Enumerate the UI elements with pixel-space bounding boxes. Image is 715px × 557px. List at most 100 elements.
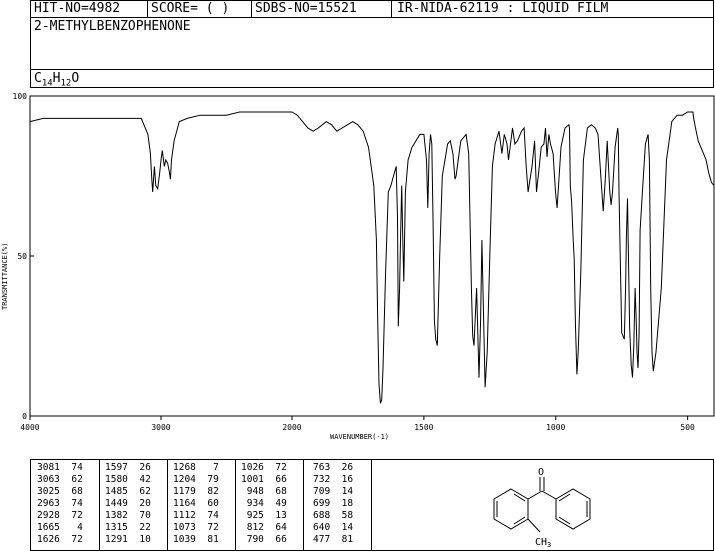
peak-row: 1204 79: [173, 474, 219, 486]
oxygen-label: O: [538, 467, 544, 478]
peak-intensity: 62: [139, 486, 151, 497]
peak-row: 1315 22: [105, 522, 151, 534]
table-divider: [99, 460, 100, 550]
peak-wavenumber: 790: [246, 534, 264, 545]
table-divider: [303, 460, 304, 550]
peak-column: 1597 26 1580 42 1485 62 1449 20 1382 70 …: [105, 462, 151, 548]
peak-wavenumber: 709: [313, 486, 331, 497]
phenyl-ring: [555, 488, 591, 530]
molecule-structure: O CH3: [493, 467, 591, 549]
peak-row: 2928 72: [37, 510, 83, 522]
peak-row: 3063 62: [37, 474, 83, 486]
peak-row: 3081 74: [37, 462, 83, 474]
ring-carbonyl-bond: [527, 490, 543, 500]
peak-wavenumber: 1485: [105, 486, 128, 497]
peak-intensity: 70: [139, 510, 151, 521]
y-tick-label: 100: [13, 92, 28, 101]
peak-wavenumber: 1626: [37, 534, 60, 545]
ring-double-bond: [558, 516, 571, 525]
peak-intensity: 13: [275, 510, 287, 521]
peak-row: 732 16: [313, 474, 353, 486]
peak-intensity: 72: [71, 510, 83, 521]
peak-row: 1001 66: [241, 474, 287, 486]
peak-intensity: 72: [207, 522, 219, 533]
spectrum-header: HIT-NO=4982 SCORE= ( ) SDBS-NO=15521 IR-…: [30, 0, 714, 89]
peak-wavenumber: 732: [313, 474, 331, 485]
peak-wavenumber: 1039: [173, 534, 196, 545]
peak-wavenumber: 1164: [173, 498, 196, 509]
peak-row: 1485 62: [105, 486, 151, 498]
peak-row: 1164 60: [173, 498, 219, 510]
peak-intensity: 26: [139, 462, 151, 473]
peak-intensity: 42: [139, 474, 151, 485]
x-tick-label: 4000: [20, 423, 39, 432]
transmittance-line: [29, 111, 715, 404]
ring-double-bond: [513, 493, 526, 502]
peak-intensity: 14: [341, 486, 354, 497]
formula-element: H: [52, 71, 61, 86]
peak-column: 1268 7 1204 79 1179 82 1164 60 1112 74 1…: [173, 462, 219, 548]
peak-wavenumber: 2963: [37, 498, 60, 509]
peak-wavenumber: 1580: [105, 474, 128, 485]
peak-intensity: 58: [341, 510, 354, 521]
x-axis: 4000 3000 2000 1500 1000 500: [20, 416, 695, 432]
formula-box: C14H12O: [30, 69, 714, 89]
peak-intensity: 66: [275, 474, 287, 485]
peak-row: 763 26: [313, 462, 353, 474]
peak-wavenumber: 1315: [105, 522, 128, 533]
peak-row: 1597 26: [105, 462, 151, 474]
peak-column: 3081 74 3063 62 3025 68 2963 74 2928 72 …: [37, 462, 83, 548]
peak-wavenumber: 1597: [105, 462, 128, 473]
compound-name: 2-METHYLBENZOPHENONE: [34, 19, 191, 34]
peak-intensity: 66: [275, 534, 287, 545]
x-tick-label: 1500: [414, 423, 433, 432]
peak-row: 790 66: [241, 534, 287, 546]
formula-count: 12: [60, 78, 72, 89]
x-tick-label: 2000: [282, 423, 301, 432]
x-tick-label: 3000: [151, 423, 170, 432]
methyl-bond: [527, 518, 541, 533]
peak-wavenumber: 934: [246, 498, 264, 509]
carbonyl-ring-bond: [541, 490, 557, 500]
peak-wavenumber: 1112: [173, 510, 196, 521]
ir-spectrum-chart: 0 50 100 4000 3000 2000 1500 1000 500 WAVENUMBE…: [1, 92, 715, 441]
peak-row: 1179 82: [173, 486, 219, 498]
peak-intensity: 7: [213, 462, 219, 473]
methyl-subscript: 3: [547, 541, 551, 549]
peak-row: 3025 68: [37, 486, 83, 498]
structure-box: O CH3: [372, 459, 714, 551]
peak-wavenumber: 925: [246, 510, 264, 521]
peak-row: 1580 42: [105, 474, 151, 486]
peak-intensity: 14: [341, 522, 354, 533]
compound-box: 2-METHYLBENZOPHENONE: [30, 17, 714, 70]
peak-intensity: 68: [71, 486, 83, 497]
peak-intensity: 68: [275, 486, 287, 497]
peak-intensity: 62: [71, 474, 83, 485]
peak-wavenumber: 2928: [37, 510, 60, 521]
peak-intensity: 10: [139, 534, 151, 545]
peak-wavenumber: 948: [246, 486, 264, 497]
tolyl-ring: [493, 488, 529, 530]
peak-intensity: 74: [71, 462, 83, 473]
peak-table: 3081 74 3063 62 3025 68 2963 74 2928 72 …: [30, 459, 372, 551]
score: SCORE= ( ): [151, 1, 230, 16]
y-tick-label: 0: [22, 412, 27, 421]
molecular-formula: C14H12O: [34, 71, 79, 89]
peak-intensity: 16: [341, 474, 354, 485]
peak-row: 699 18: [313, 498, 353, 510]
plot-frame: [29, 95, 715, 417]
peak-wavenumber: 1026: [241, 462, 264, 473]
peak-intensity: 49: [275, 498, 287, 509]
x-tick-label: 1000: [546, 423, 565, 432]
peak-wavenumber: 1179: [173, 486, 196, 497]
peak-row: 640 14: [313, 522, 353, 534]
peak-wavenumber: 1665: [37, 522, 60, 533]
peak-wavenumber: 1291: [105, 534, 128, 545]
peak-column: 1026 72 1001 66 948 68 934 49 925 13 812…: [241, 462, 287, 548]
hit-number: HIT-NO=4982: [34, 1, 121, 16]
peak-intensity: 72: [71, 534, 83, 545]
peak-row: 709 14: [313, 486, 353, 498]
formula-count: 14: [41, 78, 53, 89]
peak-wavenumber: 477: [313, 534, 331, 545]
peak-wavenumber: 1001: [241, 474, 264, 485]
